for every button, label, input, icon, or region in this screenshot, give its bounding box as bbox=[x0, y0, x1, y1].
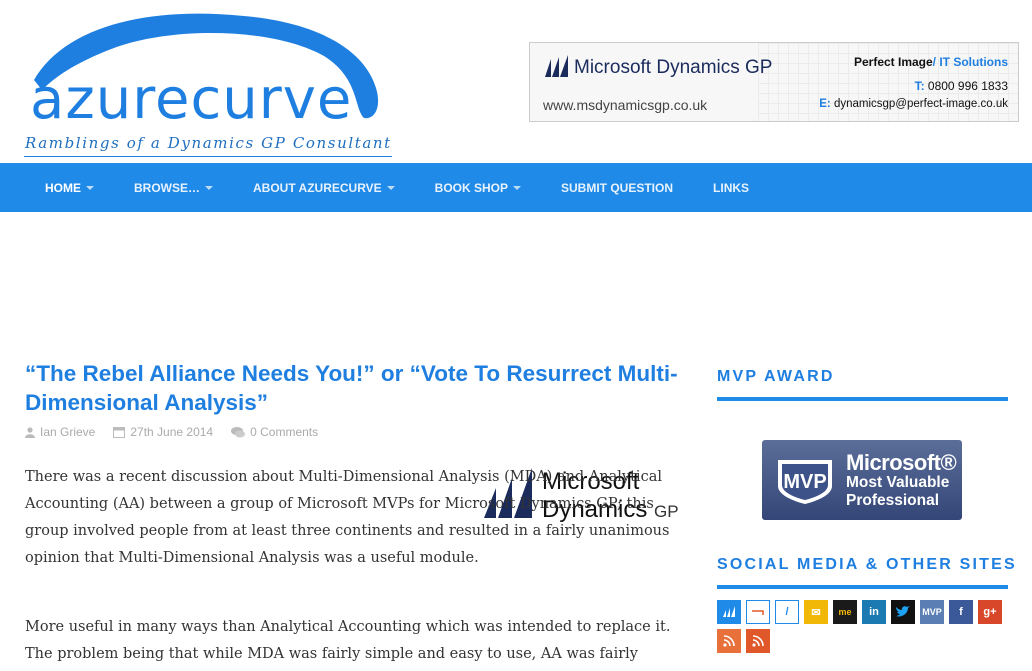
twitter-icon[interactable] bbox=[891, 600, 915, 624]
calendar-icon bbox=[113, 427, 126, 438]
site-logo[interactable]: azurecurve Ramblings of a Dynamics GP Co… bbox=[24, 8, 394, 158]
nav-item-links[interactable]: Links bbox=[693, 181, 769, 195]
post-paragraph: More useful in many ways than Analytical… bbox=[25, 614, 680, 668]
social-media-divider bbox=[717, 585, 1008, 589]
me-icon-label: me bbox=[838, 607, 852, 617]
mvp-badge-line2: Most Valuable bbox=[846, 474, 950, 491]
nav-item-label: Browse… bbox=[134, 180, 200, 195]
comments-icon bbox=[231, 426, 246, 437]
advert-company: Perfect Image/ IT Solutions bbox=[854, 55, 1008, 69]
slash-icon[interactable]: / bbox=[775, 600, 799, 624]
mvp-icon[interactable]: MVP bbox=[920, 600, 944, 624]
advert-email-label: E: bbox=[819, 98, 831, 110]
social-icons: / ✉ me in MVP f g+ bbox=[717, 600, 1017, 653]
nav-item-home[interactable]: Home bbox=[25, 181, 114, 195]
chevron-down-icon bbox=[513, 185, 522, 190]
post-author[interactable]: Ian Grieve bbox=[25, 425, 95, 439]
me-icon[interactable]: me bbox=[833, 600, 857, 624]
link-icon[interactable] bbox=[746, 600, 770, 624]
user-icon bbox=[25, 426, 35, 438]
mvp-badge-line1: Microsoft® bbox=[846, 450, 957, 475]
rss-icon[interactable] bbox=[717, 629, 741, 653]
mvp-shield-icon: MVP bbox=[778, 460, 832, 504]
dynamics-logo-icon bbox=[545, 55, 568, 77]
logo-text: azurecurve bbox=[30, 67, 353, 132]
google-plus-icon[interactable]: g+ bbox=[978, 600, 1002, 624]
post-date-text: 27th June 2014 bbox=[130, 425, 214, 439]
post-comments-count: 0 Comments bbox=[250, 425, 319, 439]
post-comments[interactable]: 0 Comments bbox=[231, 425, 318, 439]
advert-phone-label: T: bbox=[914, 79, 925, 93]
email-icon[interactable]: ✉ bbox=[804, 600, 828, 624]
advert-email[interactable]: E: dynamicsgp@perfect-image.co.uk bbox=[819, 98, 1008, 110]
email-icon-label: ✉ bbox=[811, 606, 821, 619]
post-paragraph-1-text: There was a recent discussion about Mult… bbox=[25, 469, 670, 566]
facebook-icon-label: f bbox=[959, 606, 963, 618]
advert-phone-number: 0800 996 1833 bbox=[927, 79, 1008, 93]
advert-email-address: dynamicsgp@perfect-image.co.uk bbox=[833, 98, 1008, 110]
post-paragraph: There was a recent discussion about Mult… bbox=[25, 464, 680, 572]
chevron-down-icon bbox=[86, 185, 94, 190]
mvp-badge-lines: Most Valuable Professional bbox=[846, 474, 949, 510]
chevron-down-icon bbox=[205, 185, 213, 190]
advert-company-sub: / IT Solutions bbox=[932, 55, 1008, 69]
advert-brand: Microsoft Dynamics GP bbox=[574, 57, 773, 78]
mvp-award-heading: MVP Award bbox=[717, 368, 835, 385]
tagline-divider bbox=[24, 156, 392, 157]
nav-item-browse[interactable]: Browse… bbox=[114, 181, 233, 195]
mvp-award-divider bbox=[717, 397, 1008, 401]
rss-feed-icon[interactable] bbox=[746, 629, 770, 653]
google-plus-icon-label: g+ bbox=[983, 606, 997, 618]
nav-item-label: Links bbox=[713, 180, 750, 195]
nav-item-submit-question[interactable]: Submit Question bbox=[541, 181, 693, 195]
post-author-name: Ian Grieve bbox=[40, 425, 96, 439]
slash-icon-label: / bbox=[785, 606, 789, 618]
linkedin-icon-label: in bbox=[869, 606, 879, 618]
nav-item-about[interactable]: About azurecurve bbox=[233, 181, 415, 195]
post-date: 27th June 2014 bbox=[113, 425, 213, 439]
nav-item-label: Home bbox=[45, 180, 81, 195]
main-navigation: Home Browse… About azurecurve Book Shop … bbox=[0, 163, 1032, 212]
site-tagline: Ramblings of a Dynamics GP Consultant bbox=[25, 134, 392, 152]
post-title[interactable]: “The Rebel Alliance Needs You!” or “Vote… bbox=[25, 359, 685, 417]
post-meta: Ian Grieve 27th June 2014 0 Comments bbox=[25, 425, 336, 439]
chevron-down-icon bbox=[386, 185, 395, 190]
nav-item-label: Book Shop bbox=[434, 180, 509, 195]
advert-company-main: Perfect Image bbox=[853, 55, 933, 69]
dynamics-gp-icon[interactable] bbox=[717, 600, 741, 624]
advert-phone: T: 0800 996 1833 bbox=[915, 79, 1008, 93]
mvp-badge-line3: Professional bbox=[846, 492, 940, 509]
nav-item-label: Submit Question bbox=[561, 180, 674, 195]
linkedin-icon[interactable]: in bbox=[862, 600, 886, 624]
mvp-shield-label: MVP bbox=[783, 471, 826, 493]
social-media-heading: Social Media & Other Sites bbox=[717, 556, 1017, 573]
facebook-icon[interactable]: f bbox=[949, 600, 973, 624]
mvp-award-badge[interactable]: MVP Microsoft® Most Valuable Professional bbox=[762, 440, 962, 520]
nav-item-label: About azurecurve bbox=[253, 180, 382, 195]
advert-url[interactable]: www.msdynamicsgp.co.uk bbox=[543, 97, 707, 113]
header-advert[interactable]: Microsoft Dynamics GP www.msdynamicsgp.c… bbox=[529, 42, 1019, 122]
nav-item-book-shop[interactable]: Book Shop bbox=[415, 181, 541, 195]
post-paragraph-2-text: More useful in many ways than Analytical… bbox=[25, 619, 671, 662]
mvp-icon-label: MVP bbox=[922, 607, 942, 617]
